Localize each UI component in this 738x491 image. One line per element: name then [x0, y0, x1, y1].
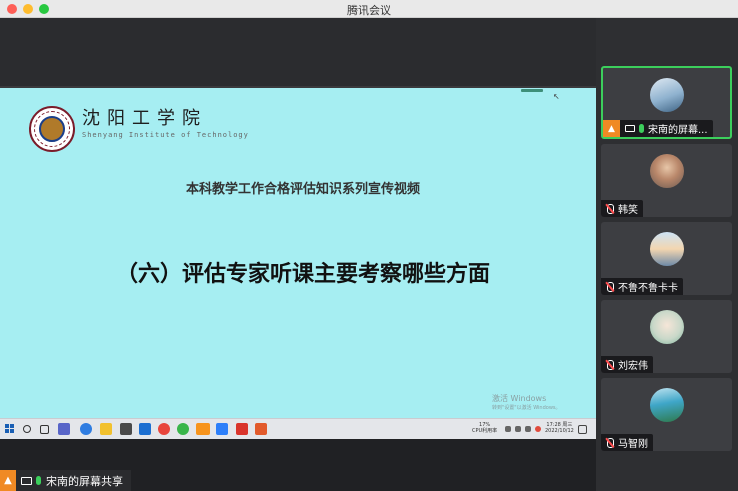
- participant-label: 不鲁不鲁卡卡: [601, 278, 683, 295]
- participant-name: 刘宏伟: [618, 361, 648, 372]
- teams-icon: [58, 423, 70, 435]
- title-bar: 腾讯会议: [0, 0, 738, 18]
- edge-browser-icon: [80, 423, 92, 435]
- share-label-text: 宋南的屏幕共享: [46, 474, 123, 488]
- mic-on-icon: [36, 476, 41, 485]
- task-view-icon: [40, 425, 49, 434]
- file-explorer-icon: [100, 423, 112, 435]
- mic-muted-icon: [605, 203, 614, 214]
- cpu-usage: 17% CPU利用率: [472, 422, 497, 434]
- windows-activation-watermark: 激活 Windows: [492, 394, 547, 403]
- participant-name: 不鲁不鲁卡卡: [618, 283, 678, 294]
- clock: 17:28 周三 2022/10/12: [545, 422, 574, 434]
- app-icon: [216, 423, 228, 435]
- shared-windows-taskbar: 17% CPU利用率 17:28 周三 2022/10/12: [0, 418, 596, 439]
- clock-date: 2022/10/12: [545, 428, 574, 434]
- wps-icon: [236, 423, 248, 435]
- mic-muted-icon: [605, 281, 614, 292]
- mouse-cursor-icon: ↖: [553, 92, 560, 101]
- tencent-meeting-icon: [177, 423, 189, 435]
- avatar: [649, 154, 684, 188]
- participant-tile[interactable]: ▲ 宋南的屏幕...: [601, 66, 732, 139]
- network-icon: [515, 426, 521, 432]
- windows-start-icon: [5, 424, 15, 434]
- participant-tile[interactable]: 韩笑: [601, 144, 732, 217]
- volume-icon: [525, 426, 531, 432]
- avatar: [649, 388, 684, 422]
- chrome-icon: [158, 423, 170, 435]
- participant-tile[interactable]: 不鲁不鲁卡卡: [601, 222, 732, 295]
- participant-label: ▲ 宋南的屏幕...: [603, 120, 713, 137]
- search-icon: [23, 425, 31, 433]
- video-pin-handle[interactable]: [521, 89, 543, 92]
- cpu-label: CPU利用率: [472, 428, 498, 434]
- mic-muted-icon: [605, 359, 614, 370]
- shared-screen-top-band: [0, 18, 596, 88]
- avatar: [649, 78, 684, 112]
- mic-on-icon: [639, 124, 644, 133]
- participant-name: 马智刚: [618, 439, 648, 450]
- participant-label: 马智刚: [601, 434, 653, 451]
- screen-share-icon: [625, 125, 635, 132]
- presentation-slide: ↖ 沈阳工学院 Shenyang Institute of Technology…: [0, 88, 596, 418]
- avatar: [649, 232, 684, 266]
- powerpoint-icon: [255, 423, 267, 435]
- share-user-icon: ▲: [0, 470, 16, 491]
- mail-icon: [139, 423, 151, 435]
- security-icon: [535, 426, 541, 432]
- shared-screen-area[interactable]: ↖ 沈阳工学院 Shenyang Institute of Technology…: [0, 18, 596, 491]
- tray-chevron-icon: [505, 426, 511, 432]
- school-name-cn: 沈阳工学院: [82, 108, 207, 129]
- wechat-active-icon: [196, 423, 210, 435]
- participant-label: 刘宏伟: [601, 356, 653, 373]
- participant-name: 韩笑: [618, 205, 638, 216]
- windows-activation-hint: 转到"设置"以激活 Windows。: [492, 405, 561, 411]
- window-title: 腾讯会议: [347, 4, 391, 17]
- participant-label: 韩笑: [601, 200, 643, 217]
- screen-share-label: ▲ 宋南的屏幕共享: [0, 470, 131, 491]
- mic-muted-icon: [605, 437, 614, 448]
- share-user-icon: ▲: [603, 120, 620, 137]
- avatar: [649, 310, 684, 344]
- slide-headline: （六）评估专家听课主要考察哪些方面: [115, 262, 490, 287]
- participant-tile[interactable]: 刘宏伟: [601, 300, 732, 373]
- participant-sidebar: ▲ 宋南的屏幕... 韩笑 不鲁不鲁卡卡 刘宏伟 马智刚: [596, 18, 738, 491]
- meeting-window: 腾讯会议 ↖ 沈阳工学院 Shenyang Institute of Techn…: [0, 0, 738, 491]
- notification-icon: [578, 425, 587, 434]
- screen-share-icon: [21, 476, 32, 485]
- participant-tile[interactable]: 马智刚: [601, 378, 732, 451]
- school-name-en: Shenyang Institute of Technology: [82, 131, 249, 139]
- school-logo: [29, 106, 75, 152]
- slide-subtitle: 本科教学工作合格评估知识系列宣传视频: [185, 182, 420, 197]
- participant-name: 宋南的屏幕...: [648, 125, 708, 136]
- store-icon: [120, 423, 132, 435]
